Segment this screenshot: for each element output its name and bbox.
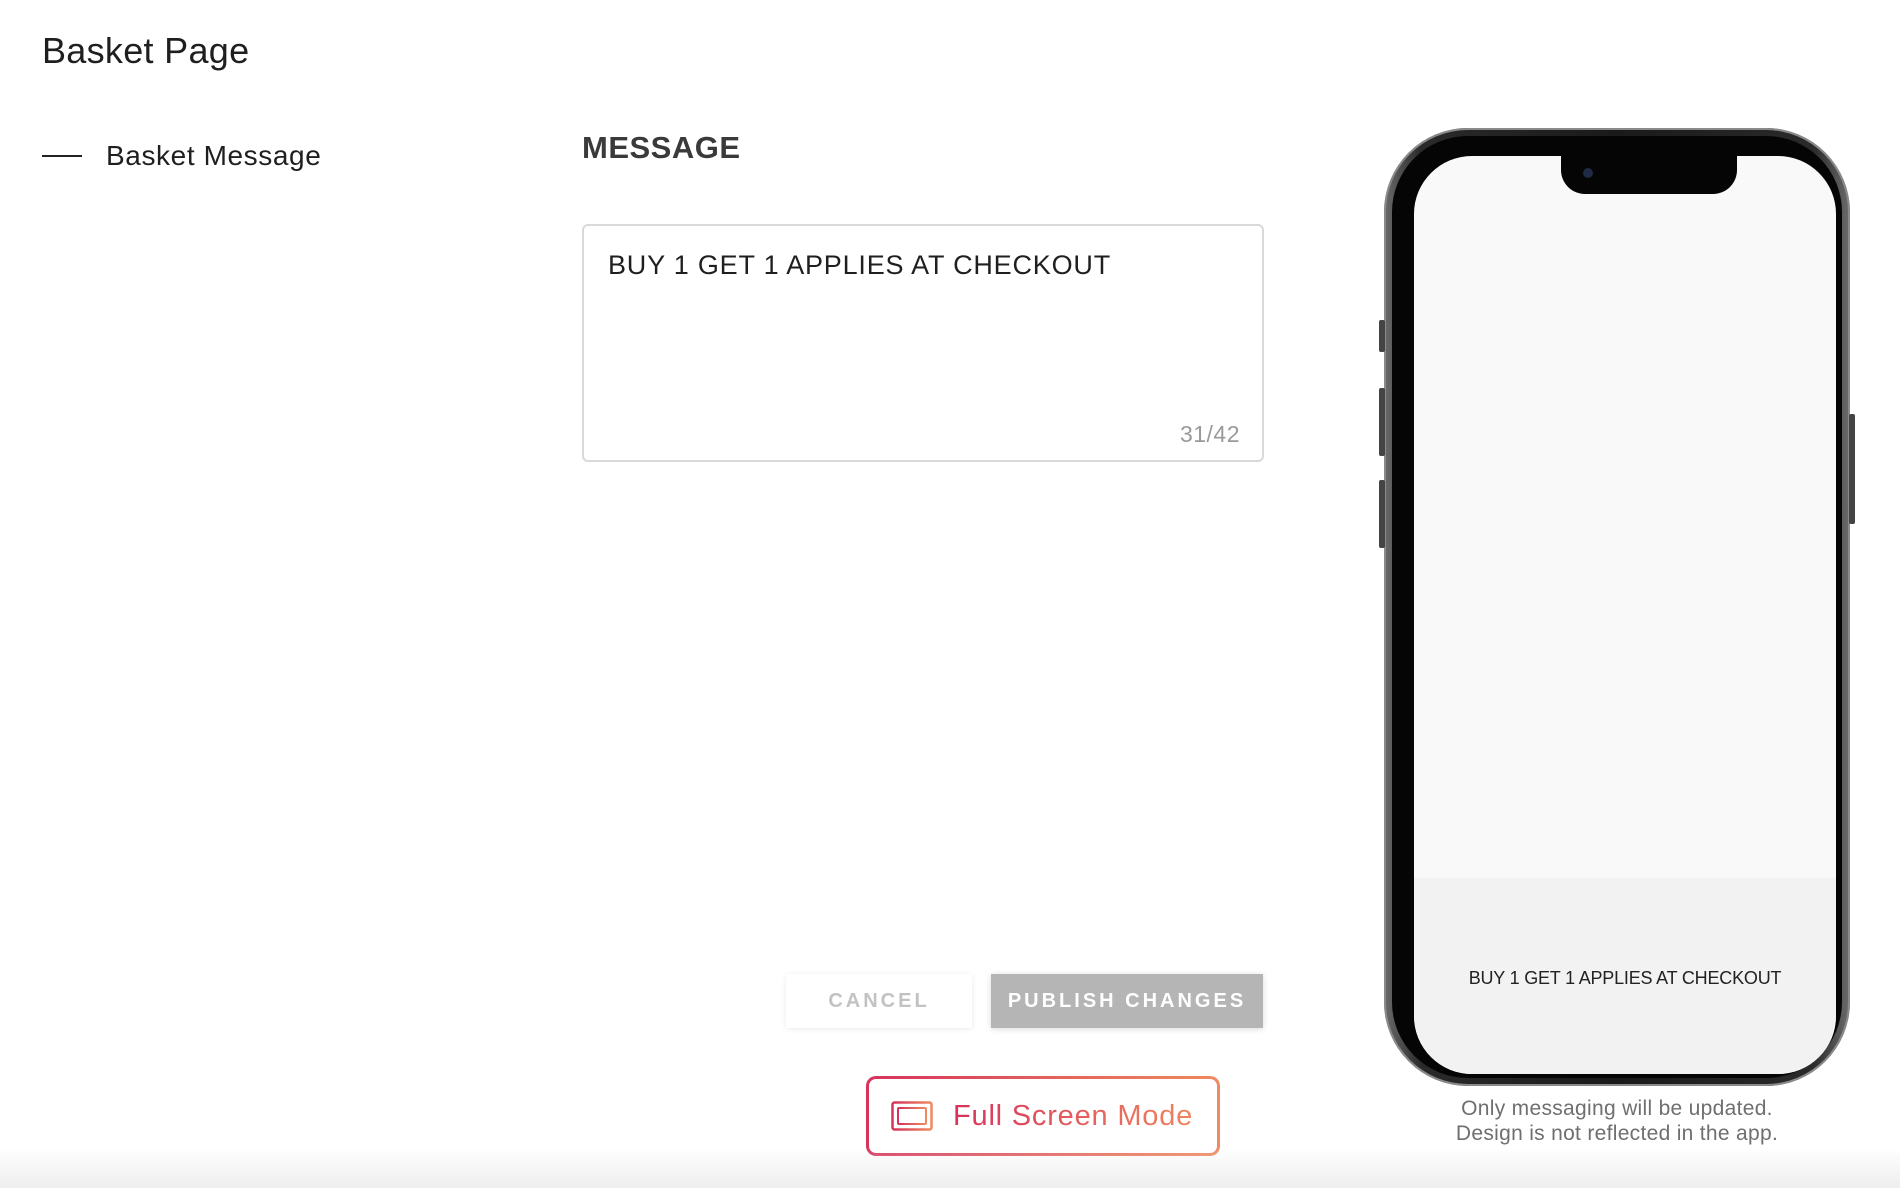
phone-side-button bbox=[1379, 320, 1385, 352]
phone-screen: BUY 1 GET 1 APPLIES AT CHECKOUT bbox=[1414, 156, 1836, 1074]
screen-frame-icon bbox=[891, 1101, 933, 1131]
camera-icon bbox=[1583, 168, 1593, 178]
basket-message-banner: BUY 1 GET 1 APPLIES AT CHECKOUT bbox=[1414, 878, 1836, 1074]
phone-side-button bbox=[1379, 388, 1385, 456]
message-section-heading: MESSAGE bbox=[582, 130, 741, 165]
phone-side-button bbox=[1849, 414, 1855, 524]
full-screen-mode-label: Full Screen Mode bbox=[953, 1099, 1194, 1132]
phone-bezel: BUY 1 GET 1 APPLIES AT CHECKOUT bbox=[1392, 136, 1842, 1078]
message-field: BUY 1 GET 1 APPLIES AT CHECKOUT 31/42 bbox=[582, 224, 1264, 462]
preview-disclaimer: Only messaging will be updated. Design i… bbox=[1400, 1096, 1834, 1146]
sidebar-item-label: Basket Message bbox=[106, 140, 322, 171]
phone-preview: BUY 1 GET 1 APPLIES AT CHECKOUT bbox=[1379, 128, 1855, 1086]
character-counter: 31/42 bbox=[1179, 421, 1240, 447]
cancel-button[interactable]: CANCEL bbox=[786, 974, 972, 1028]
publish-changes-button[interactable]: PUBLISH CHANGES bbox=[991, 974, 1263, 1028]
phone-side-button bbox=[1379, 480, 1385, 548]
message-input[interactable]: BUY 1 GET 1 APPLIES AT CHECKOUT bbox=[608, 250, 1228, 400]
preview-note-line: Only messaging will be updated. bbox=[1461, 1097, 1773, 1120]
preview-note-line: Design is not reflected in the app. bbox=[1455, 1122, 1779, 1145]
phone-notch bbox=[1561, 156, 1737, 194]
active-indicator-dash bbox=[42, 155, 82, 157]
banner-text: BUY 1 GET 1 APPLIES AT CHECKOUT bbox=[1468, 968, 1782, 988]
sidebar-item-basket-message[interactable]: Basket Message bbox=[42, 140, 321, 172]
bottom-shadow bbox=[0, 1148, 1900, 1188]
full-screen-mode-button[interactable]: Full Screen Mode bbox=[866, 1076, 1220, 1156]
page-title: Basket Page bbox=[42, 30, 250, 71]
